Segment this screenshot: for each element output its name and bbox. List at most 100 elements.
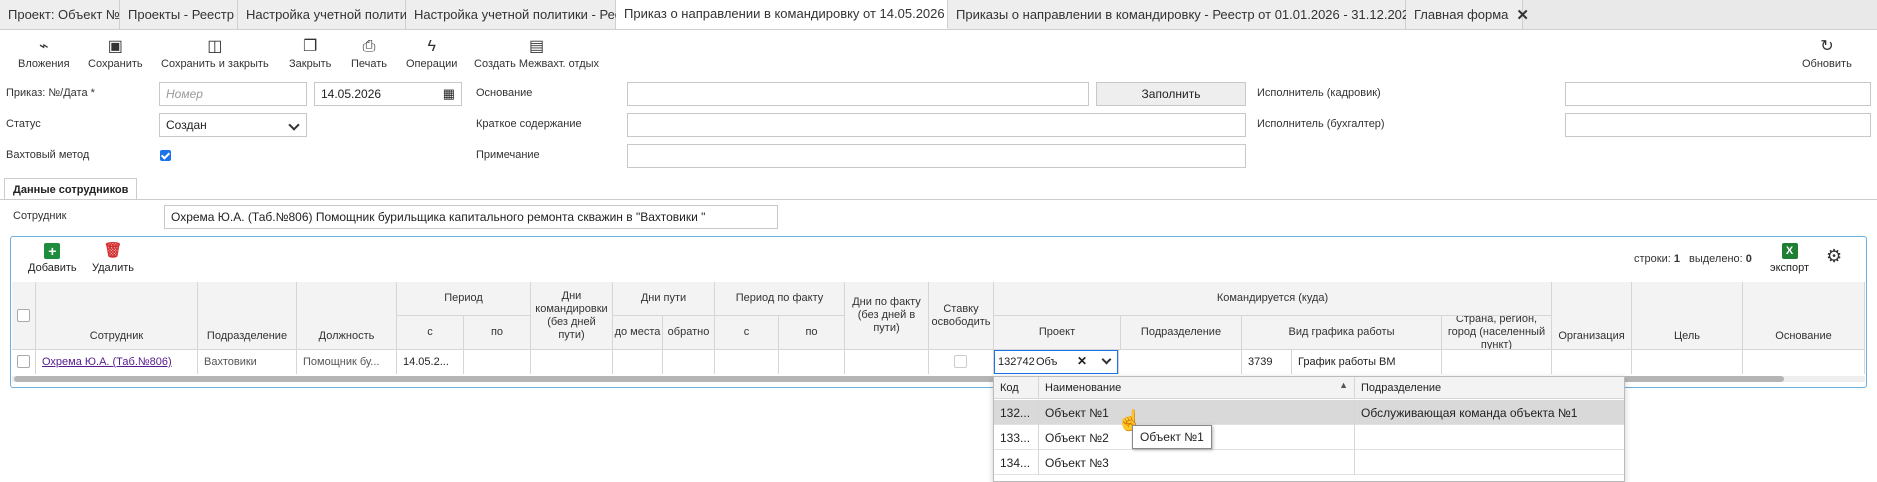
employee-field[interactable]: Охрема Ю.А. (Таб.№806) Помощник бурильщи… [164,205,778,229]
refresh-button[interactable]: ↻ Обновить [1802,37,1852,70]
order-number-input[interactable]: Номер [159,82,307,106]
dropdown-header-division[interactable]: Подразделение [1355,377,1624,399]
header-period: Период [397,282,531,316]
printer-icon: ⎙ [362,38,376,55]
project-combo-cell: 132742 Объ ✕ [994,350,1119,374]
tab-project-object1[interactable]: Проект: Объект №1✕ [0,0,148,29]
header-employee[interactable]: Сотрудник [36,282,198,350]
header-fact-from[interactable]: с [715,316,779,350]
summary-input[interactable] [627,113,1246,137]
basis-input[interactable] [627,82,1089,106]
option-code: 132... [994,400,1039,425]
project-search-input[interactable]: Объ [1036,356,1057,368]
project-dropdown: Код Наименование ▲ Подразделение 132... … [993,376,1625,482]
dropdown-header-code[interactable]: Код [994,377,1039,399]
header-goal[interactable]: Цель [1632,282,1743,350]
row-organization[interactable] [1552,350,1632,374]
tab-employee-data[interactable]: Данные сотрудников [4,178,138,200]
summary-label: Краткое содержание [476,118,582,130]
save-button[interactable]: ▣ Сохранить [88,37,143,70]
dropdown-option[interactable]: 134... Объект №3 [994,450,1624,475]
row-schedule-name[interactable]: График работы ВМ [1292,350,1442,374]
note-input[interactable] [627,144,1246,168]
save-close-icon: ◫ [207,38,223,55]
create-rest-button[interactable]: ▤ Создать Межвахт. отдых [474,37,599,70]
basis-label: Основание [476,87,533,99]
header-to-place[interactable]: до места [613,316,663,350]
status-select[interactable]: Создан [159,113,307,137]
header-fact-period: Период по факту [715,282,845,316]
row-fact-to[interactable] [779,350,845,374]
chevron-down-icon[interactable] [1101,354,1112,365]
toolbar: ⌁ Вложения ▣ Сохранить ◫ Сохранить и зак… [0,31,1877,75]
print-button[interactable]: ⎙ Печать [351,37,387,70]
row-period-to[interactable] [464,350,531,374]
calendar-icon[interactable]: ▦ [443,86,455,102]
chevron-down-icon [288,119,300,131]
row-to-place[interactable] [613,350,663,374]
header-country[interactable]: Страна, регион, город (населенный пункт) [1442,316,1552,350]
delete-button[interactable]: 🗑 Удалить [92,243,134,275]
row-employee-link[interactable]: Охрема Ю.А. (Таб.№806) [36,350,198,374]
export-button[interactable]: X экспорт [1770,243,1809,274]
attachments-button[interactable]: ⌁ Вложения [18,37,70,70]
dropdown-option[interactable]: 133... Объект №2 [994,425,1624,450]
header-schedule-type[interactable]: Вид графика работы [1242,316,1442,350]
clear-icon[interactable]: ✕ [1077,354,1087,368]
gear-icon[interactable]: ⚙ [1826,246,1842,267]
row-fact-days[interactable] [845,350,929,374]
option-division: Обслуживающая команда объекта №1 [1361,405,1578,420]
header-days[interactable]: Дни командировки (без дней пути) [531,282,613,350]
save-close-button[interactable]: ◫ Сохранить и закрыть [161,37,269,70]
close-icon[interactable]: ✕ [1516,6,1529,24]
acc-executor-input[interactable] [1565,113,1871,137]
excel-icon: X [1781,243,1798,259]
dropdown-header-name[interactable]: Наименование ▲ [1039,377,1355,399]
header-project[interactable]: Проект [994,316,1121,350]
row-basis[interactable] [1743,350,1865,374]
header-division[interactable]: Подразделение [198,282,297,350]
header-back[interactable]: обратно [663,316,715,350]
header-fact-to[interactable]: по [779,316,845,350]
dropdown-option[interactable]: 132... Объект №1 Обслуживающая команда о… [994,400,1624,425]
operations-button[interactable]: ϟ Операции [406,37,457,70]
tab-projects-registry[interactable]: Проекты - Реестр✕ [120,0,255,29]
add-button[interactable]: + Добавить [28,243,77,274]
tab-order[interactable]: Приказ о направлении в командировку от 1… [616,0,965,29]
shift-method-checkbox[interactable] [160,150,171,161]
row-country[interactable] [1442,350,1552,374]
status-label: Статус [6,118,41,130]
tab-orders-registry[interactable]: Приказы о направлении в командировку - Р… [948,0,1437,29]
tooltip: Объект №1 [1132,425,1212,449]
row-back[interactable] [663,350,715,374]
order-date-input[interactable]: 14.05.2026 ▦ [314,82,462,106]
select-all-checkbox[interactable] [17,309,30,322]
row-fact-from[interactable] [715,350,779,374]
option-division [1355,450,1624,475]
header-position[interactable]: Должность [297,282,397,350]
row-days[interactable] [531,350,613,374]
tab-policy-registry[interactable]: Настройка учетной политики - Реестр✕ [406,0,662,29]
header-period-to[interactable]: по [464,316,531,350]
row-checkbox[interactable] [17,355,30,368]
header-fact-days[interactable]: Дни по факту (без дней в пути) [845,282,929,350]
sort-asc-icon: ▲ [1339,380,1348,390]
tab-main-form[interactable]: Главная форма ✕ [1406,0,1529,29]
fill-button[interactable]: Заполнить [1096,82,1246,106]
hr-executor-input[interactable] [1565,82,1871,106]
header-basis[interactable]: Основание [1743,282,1865,350]
header-dest-division[interactable]: Подразделение [1121,316,1242,350]
tab-policy[interactable]: Настройка учетной политики✕ [238,0,441,29]
header-organization[interactable]: Организация [1552,282,1632,350]
row-dest-division[interactable] [1121,350,1242,374]
project-combo[interactable]: 132742 Объ ✕ [994,350,1118,374]
project-code: 132742 [998,356,1035,368]
row-goal[interactable] [1632,350,1743,374]
header-period-from[interactable]: с [397,316,464,350]
close-button[interactable]: ❐ Закрыть [289,37,331,70]
header-release-rate[interactable]: Ставку освободить [929,282,994,350]
row-period-from[interactable]: 14.05.2... [397,350,464,374]
release-rate-checkbox[interactable] [954,355,967,368]
row-schedule-code: 3739 [1242,350,1292,374]
floppy-icon: ▣ [107,38,123,55]
